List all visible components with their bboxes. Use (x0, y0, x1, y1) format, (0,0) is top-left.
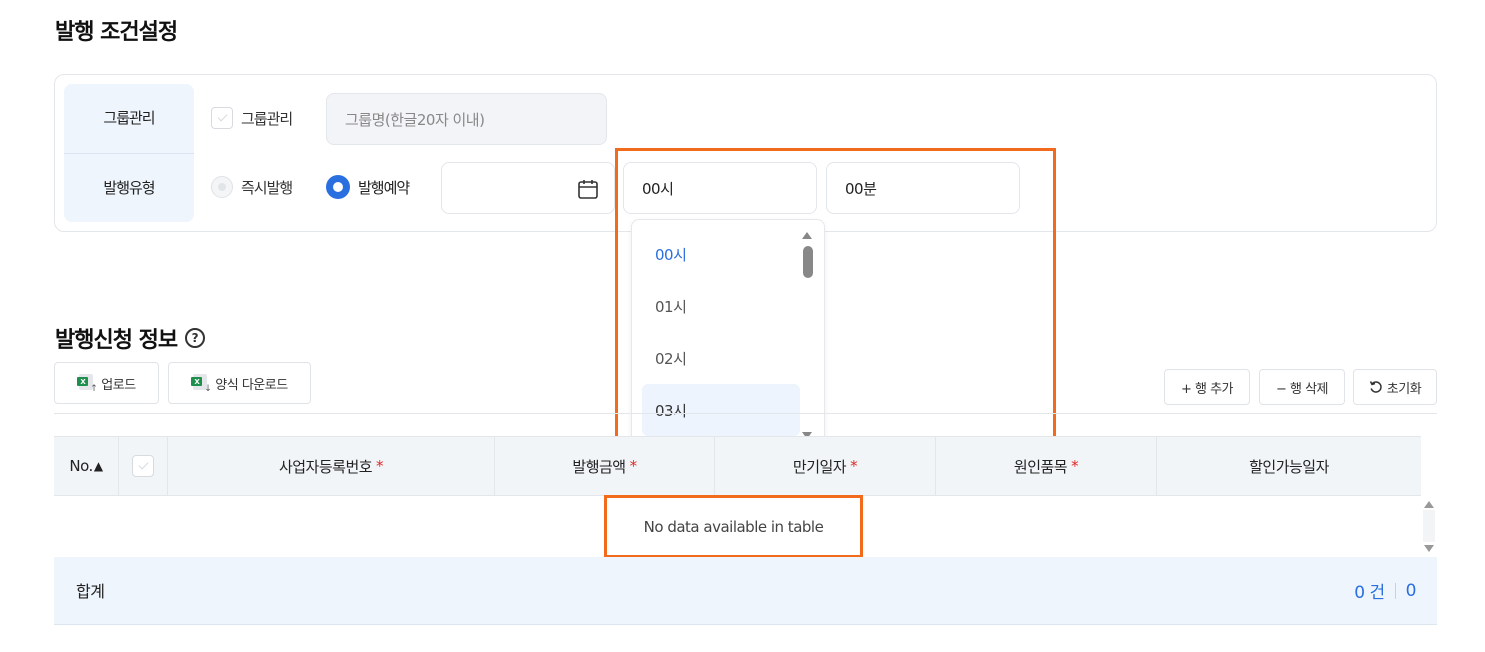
summary-count: 0 건 (1354, 583, 1385, 603)
amount-label: 발행금액 (572, 457, 626, 476)
sort-up-icon[interactable]: ▲ (94, 459, 103, 473)
radio-immediate[interactable] (211, 176, 233, 198)
radio-immediate-option[interactable]: 즉시발행 (211, 176, 293, 198)
delete-row-button[interactable]: − 행 삭제 (1259, 369, 1345, 405)
reset-button[interactable]: 초기화 (1353, 369, 1437, 405)
discountable-date-label: 할인가능일자 (1249, 457, 1329, 476)
table-scroll-up-icon[interactable] (1424, 501, 1434, 508)
group-checkbox-option[interactable]: 그룹관리 (211, 107, 293, 129)
upload-button[interactable]: X ↑ 업로드 (54, 362, 159, 404)
radio-reserved-option[interactable]: 발행예약 (326, 175, 410, 199)
table-header: No. ▲ 사업자등록번호 * 발행금액 * 만기일자 * 원인품목 * 할인가능일자 (54, 436, 1421, 496)
column-no-label: No. (69, 457, 93, 475)
summary-values: 0 건 0 (1354, 578, 1417, 604)
required-mark: * (850, 457, 858, 475)
date-input[interactable] (441, 162, 615, 214)
required-mark: * (1071, 457, 1079, 475)
application-title-row: 발행신청 정보 ? (55, 322, 206, 354)
summary-total: 0 (1405, 580, 1417, 601)
reset-button-label: 초기화 (1386, 381, 1422, 397)
time-highlight-box (615, 148, 1056, 456)
required-mark: * (376, 457, 384, 475)
business-number-label: 사업자등록번호 (278, 457, 373, 476)
group-checkbox-label: 그룹관리 (241, 109, 293, 128)
column-select-all[interactable] (118, 437, 167, 495)
table-scrollbar-track[interactable] (1423, 510, 1435, 542)
radio-immediate-label: 즉시발행 (241, 178, 293, 197)
reset-icon (1369, 381, 1382, 393)
label-divider (64, 153, 194, 154)
column-due-date: 만기일자 * (714, 437, 935, 495)
column-amount: 발행금액 * (494, 437, 714, 495)
summary-row (54, 557, 1437, 625)
radio-reserved[interactable] (326, 175, 350, 199)
upload-button-label: 업로드 (101, 377, 136, 393)
calendar-icon[interactable] (577, 178, 599, 200)
excel-download-icon: X ↓ (191, 374, 212, 394)
column-business-number: 사업자등록번호 * (167, 437, 494, 495)
group-row-label: 그룹관리 (103, 109, 155, 127)
template-download-label: 양식 다운로드 (215, 377, 288, 393)
select-all-checkbox-icon[interactable] (132, 455, 154, 477)
group-name-input[interactable]: 그룹명(한글20자 이내) (326, 93, 607, 145)
summary-label: 합계 (76, 582, 105, 601)
radio-reserved-label: 발행예약 (358, 178, 410, 197)
toolbar-divider (54, 413, 1437, 414)
summary-separator (1394, 582, 1396, 599)
due-date-label: 만기일자 (792, 457, 847, 476)
cause-item-label: 원인품목 (1013, 457, 1068, 476)
add-row-button[interactable]: + 행 추가 (1164, 369, 1250, 405)
column-no[interactable]: No. ▲ (54, 437, 118, 495)
required-mark: * (629, 457, 638, 475)
help-icon[interactable]: ? (185, 328, 206, 348)
empty-message-highlight-box (604, 495, 863, 558)
column-cause-item: 원인품목 * (935, 437, 1156, 495)
excel-upload-icon: X ↑ (77, 374, 98, 394)
template-download-button[interactable]: X ↓ 양식 다운로드 (168, 362, 311, 404)
type-row-label: 발행유형 (103, 179, 155, 197)
checkbox-icon[interactable] (211, 107, 233, 129)
column-discountable-date: 할인가능일자 (1156, 437, 1421, 495)
application-title: 발행신청 정보 (55, 328, 178, 353)
table-scroll-down-icon[interactable] (1424, 545, 1434, 552)
conditions-title: 발행 조건설정 (55, 20, 178, 45)
